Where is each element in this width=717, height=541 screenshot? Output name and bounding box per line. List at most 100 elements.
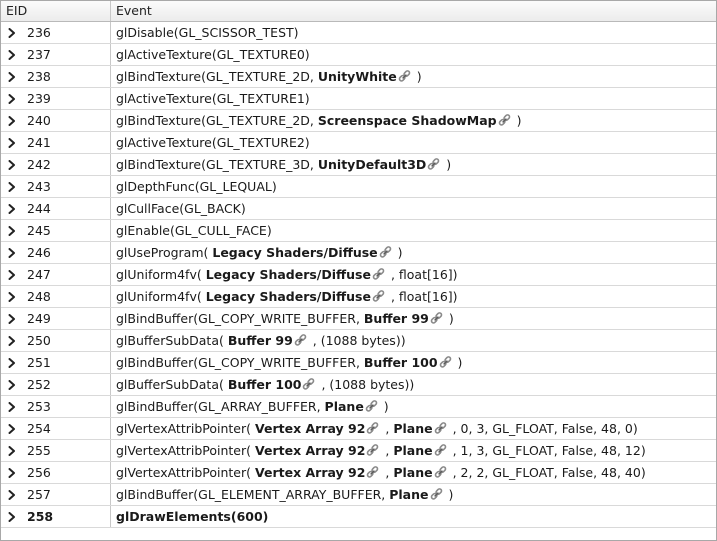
table-row[interactable]: 240 glBindTexture(GL_TEXTURE_2D, Screensp… bbox=[1, 110, 716, 132]
event-cell: glActiveTexture(GL_TEXTURE0) bbox=[111, 44, 716, 65]
event-text: , (1088 bytes)) bbox=[308, 333, 406, 348]
event-cell: glDrawElements(600) bbox=[111, 506, 716, 527]
chevron-right-icon[interactable] bbox=[3, 110, 21, 131]
resource-name[interactable]: Legacy Shaders/Diffuse bbox=[212, 245, 377, 260]
event-text: glUniform4fv( bbox=[116, 289, 206, 304]
table-row[interactable]: 244 glCullFace(GL_BACK) bbox=[1, 198, 716, 220]
table-row[interactable]: 257 glBindBuffer(GL_ELEMENT_ARRAY_BUFFER,… bbox=[1, 484, 716, 506]
resource-name[interactable]: Plane bbox=[393, 465, 432, 480]
table-row[interactable]: 248 glUniform4fv( Legacy Shaders/Diffuse … bbox=[1, 286, 716, 308]
event-text: , 0, 3, GL_FLOAT, False, 48, 0) bbox=[448, 421, 638, 436]
eid-value: 243 bbox=[27, 179, 51, 194]
eid-value: 240 bbox=[27, 113, 51, 128]
chevron-right-icon[interactable] bbox=[3, 66, 21, 87]
chevron-right-icon[interactable] bbox=[3, 286, 21, 307]
resource-name[interactable]: Legacy Shaders/Diffuse bbox=[206, 267, 371, 282]
chevron-right-icon[interactable] bbox=[3, 88, 21, 109]
table-row[interactable]: 253 glBindBuffer(GL_ARRAY_BUFFER, Plane ) bbox=[1, 396, 716, 418]
resource-name[interactable]: Screenspace ShadowMap bbox=[318, 113, 497, 128]
chevron-right-icon[interactable] bbox=[3, 506, 21, 527]
link-icon[interactable] bbox=[434, 466, 447, 479]
table-row[interactable]: 256 glVertexAttribPointer( Vertex Array 9… bbox=[1, 462, 716, 484]
chevron-right-icon[interactable] bbox=[3, 22, 21, 43]
chevron-right-icon[interactable] bbox=[3, 462, 21, 483]
chevron-right-icon[interactable] bbox=[3, 242, 21, 263]
chevron-right-icon[interactable] bbox=[3, 330, 21, 351]
table-row[interactable]: 239 glActiveTexture(GL_TEXTURE1) bbox=[1, 88, 716, 110]
table-row[interactable]: 247 glUniform4fv( Legacy Shaders/Diffuse … bbox=[1, 264, 716, 286]
chevron-right-icon[interactable] bbox=[3, 198, 21, 219]
resource-name[interactable]: Vertex Array 92 bbox=[255, 443, 365, 458]
resource-name[interactable]: UnityDefault3D bbox=[318, 157, 426, 172]
chevron-right-icon[interactable] bbox=[3, 396, 21, 417]
eid-value: 257 bbox=[27, 487, 51, 502]
chevron-right-icon[interactable] bbox=[3, 308, 21, 329]
link-icon[interactable] bbox=[434, 444, 447, 457]
column-header-eid[interactable]: EID bbox=[1, 1, 111, 21]
chevron-right-icon[interactable] bbox=[3, 154, 21, 175]
link-icon[interactable] bbox=[302, 378, 315, 391]
table-row[interactable]: 238 glBindTexture(GL_TEXTURE_2D, UnityWhi… bbox=[1, 66, 716, 88]
event-text: glActiveTexture(GL_TEXTURE2) bbox=[116, 135, 310, 150]
chevron-right-icon[interactable] bbox=[3, 132, 21, 153]
chevron-right-icon[interactable] bbox=[3, 176, 21, 197]
table-row[interactable]: 254 glVertexAttribPointer( Vertex Array 9… bbox=[1, 418, 716, 440]
table-row[interactable]: 250 glBufferSubData( Buffer 99 , (1088 by… bbox=[1, 330, 716, 352]
resource-name[interactable]: Buffer 100 bbox=[364, 355, 438, 370]
table-row[interactable]: 245 glEnable(GL_CULL_FACE) bbox=[1, 220, 716, 242]
link-icon[interactable] bbox=[372, 268, 385, 281]
table-row[interactable]: 258 glDrawElements(600) bbox=[1, 506, 716, 528]
link-icon[interactable] bbox=[434, 422, 447, 435]
table-row[interactable]: 249 glBindBuffer(GL_COPY_WRITE_BUFFER, Bu… bbox=[1, 308, 716, 330]
chevron-right-icon[interactable] bbox=[3, 220, 21, 241]
table-row[interactable]: 255 glVertexAttribPointer( Vertex Array 9… bbox=[1, 440, 716, 462]
event-text: glBindBuffer(GL_COPY_WRITE_BUFFER, bbox=[116, 311, 364, 326]
link-icon[interactable] bbox=[366, 422, 379, 435]
table-row[interactable]: 252 glBufferSubData( Buffer 100 , (1088 b… bbox=[1, 374, 716, 396]
link-icon[interactable] bbox=[430, 312, 443, 325]
link-icon[interactable] bbox=[498, 114, 511, 127]
table-row[interactable]: 236 glDisable(GL_SCISSOR_TEST) bbox=[1, 22, 716, 44]
chevron-right-icon[interactable] bbox=[3, 440, 21, 461]
resource-name[interactable]: Legacy Shaders/Diffuse bbox=[206, 289, 371, 304]
link-icon[interactable] bbox=[366, 466, 379, 479]
resource-name[interactable]: Vertex Array 92 bbox=[255, 421, 365, 436]
link-icon[interactable] bbox=[379, 246, 392, 259]
link-icon[interactable] bbox=[439, 356, 452, 369]
resource-name[interactable]: Vertex Array 92 bbox=[255, 465, 365, 480]
resource-name[interactable]: Plane bbox=[325, 399, 364, 414]
link-icon[interactable] bbox=[365, 400, 378, 413]
link-icon[interactable] bbox=[398, 70, 411, 83]
resource-name[interactable]: Plane bbox=[393, 421, 432, 436]
link-icon[interactable] bbox=[427, 158, 440, 171]
resource-name[interactable]: Buffer 99 bbox=[228, 333, 293, 348]
link-icon[interactable] bbox=[372, 290, 385, 303]
resource-name[interactable]: Buffer 100 bbox=[228, 377, 302, 392]
table-row[interactable]: 237 glActiveTexture(GL_TEXTURE0) bbox=[1, 44, 716, 66]
eid-value: 248 bbox=[27, 289, 51, 304]
event-cell: glVertexAttribPointer( Vertex Array 92 ,… bbox=[111, 462, 716, 483]
resource-name[interactable]: UnityWhite bbox=[318, 69, 397, 84]
event-cell: glCullFace(GL_BACK) bbox=[111, 198, 716, 219]
chevron-right-icon[interactable] bbox=[3, 418, 21, 439]
event-text: , float[16]) bbox=[386, 289, 458, 304]
link-icon[interactable] bbox=[294, 334, 307, 347]
table-row[interactable]: 241 glActiveTexture(GL_TEXTURE2) bbox=[1, 132, 716, 154]
table-row[interactable]: 242 glBindTexture(GL_TEXTURE_3D, UnityDef… bbox=[1, 154, 716, 176]
chevron-right-icon[interactable] bbox=[3, 352, 21, 373]
link-icon[interactable] bbox=[430, 488, 443, 501]
chevron-right-icon[interactable] bbox=[3, 264, 21, 285]
resource-name[interactable]: Buffer 99 bbox=[364, 311, 429, 326]
chevron-right-icon[interactable] bbox=[3, 484, 21, 505]
chevron-right-icon[interactable] bbox=[3, 374, 21, 395]
link-icon[interactable] bbox=[366, 444, 379, 457]
event-text: glBindTexture(GL_TEXTURE_3D, bbox=[116, 157, 318, 172]
eid-cell: 251 bbox=[1, 352, 111, 373]
table-row[interactable]: 246 glUseProgram( Legacy Shaders/Diffuse … bbox=[1, 242, 716, 264]
resource-name[interactable]: Plane bbox=[393, 443, 432, 458]
chevron-right-icon[interactable] bbox=[3, 44, 21, 65]
resource-name[interactable]: Plane bbox=[389, 487, 428, 502]
table-row[interactable]: 251 glBindBuffer(GL_COPY_WRITE_BUFFER, Bu… bbox=[1, 352, 716, 374]
column-header-event[interactable]: Event bbox=[111, 1, 716, 21]
table-row[interactable]: 243 glDepthFunc(GL_LEQUAL) bbox=[1, 176, 716, 198]
